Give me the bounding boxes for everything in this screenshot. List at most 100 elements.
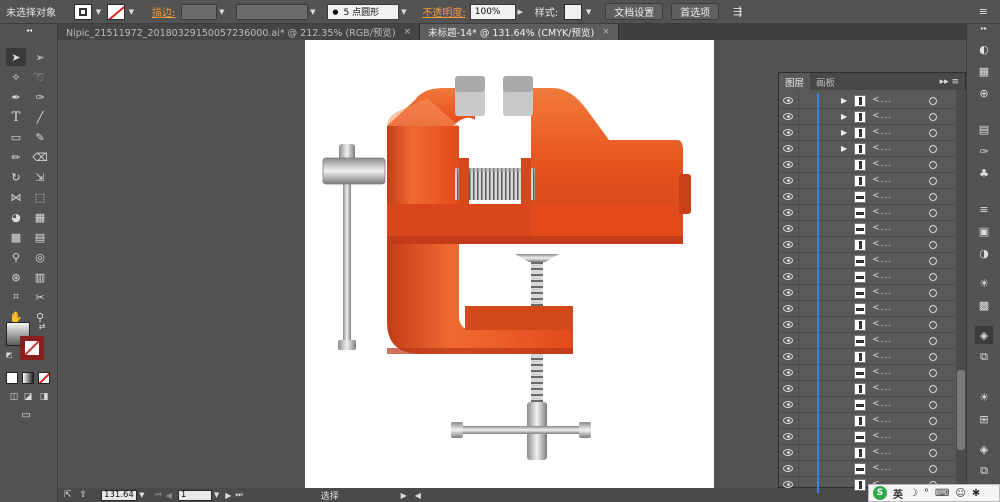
visibility-icon[interactable] [783,465,793,472]
brushes-icon[interactable]: ✑ [975,142,993,160]
visibility-icon[interactable] [783,161,793,168]
target-icon[interactable] [929,97,937,105]
target-icon[interactable] [929,241,937,249]
target-icon[interactable] [929,209,937,217]
lock-toggle[interactable] [798,301,799,317]
variable-width-dropdown-icon[interactable]: ▼ [308,4,317,20]
layer-row[interactable]: <... [779,189,955,205]
punctuation-icon[interactable]: ° [924,488,929,499]
lock-toggle[interactable] [798,93,799,109]
layer-name[interactable]: <... [872,159,892,169]
layer-name[interactable]: <... [872,415,892,425]
status-scroll-icon[interactable]: ◀ [415,491,421,500]
layer-name[interactable]: <... [872,95,892,105]
paintbrush-tool-icon[interactable]: ✎ [30,128,50,146]
target-icon[interactable] [929,433,937,441]
layer-name[interactable]: <... [872,223,892,233]
target-icon[interactable] [929,129,937,137]
rotate-tool-icon[interactable]: ↻ [6,168,26,186]
asset-export-icon[interactable]: ☀ [975,388,993,406]
lasso-tool-icon[interactable]: ➰ [30,68,50,86]
ime-language[interactable]: 英 [893,486,903,501]
target-icon[interactable] [929,337,937,345]
brush-dropdown-icon[interactable]: ▼ [399,4,408,20]
draw-inside-icon[interactable]: ◨ [34,388,54,406]
next-artboard-icon[interactable]: ▶ [225,491,231,500]
style-dropdown-icon[interactable]: ▼ [584,4,593,20]
stroke-swatch[interactable] [107,3,125,20]
close-icon[interactable]: × [404,27,412,37]
layers-panel-icon[interactable]: ◈ [975,326,993,344]
lock-toggle[interactable] [798,365,799,381]
stroke-weight-dropdown-icon[interactable]: ▼ [217,4,226,20]
artboard[interactable] [305,40,714,488]
variable-width-field[interactable] [236,3,309,20]
layer-name[interactable]: <... [872,143,892,153]
lock-toggle[interactable] [798,429,799,445]
target-icon[interactable] [929,289,937,297]
magic-wand-tool-icon[interactable]: ✧ [6,68,26,86]
layer-row[interactable]: <... [779,301,955,317]
layer-name[interactable]: <... [872,255,892,265]
properties-panel-icon[interactable]: ◈ [975,440,993,458]
target-icon[interactable] [929,177,937,185]
visibility-icon[interactable] [783,289,793,296]
lock-toggle[interactable] [798,157,799,173]
target-icon[interactable] [929,305,937,313]
fill-dropdown-icon[interactable]: ▼ [94,4,103,20]
color-mode-icon[interactable] [6,372,18,384]
layer-name[interactable]: <... [872,207,892,217]
gradient-panel-icon[interactable]: ▣ [975,222,993,240]
visibility-icon[interactable] [783,113,793,120]
tab-layers[interactable]: 图层 [779,73,811,90]
links-panel-icon[interactable]: ⊞ [975,410,993,428]
share-icon[interactable]: ⇪ [80,490,88,500]
visibility-icon[interactable] [783,273,793,280]
layer-name[interactable]: <... [872,239,892,249]
expand-triangle-icon[interactable]: ▶ [841,128,847,137]
visibility-icon[interactable] [783,225,793,232]
lock-toggle[interactable] [798,381,799,397]
visibility-icon[interactable] [783,369,793,376]
keyboard-icon[interactable]: ⌨ [935,488,949,499]
lock-toggle[interactable] [798,125,799,141]
target-icon[interactable] [929,369,937,377]
transparency-panel-icon[interactable]: ◑ [975,244,993,262]
collapse-icon[interactable]: ◂◂ [2,26,56,34]
visibility-icon[interactable] [783,481,793,488]
layer-row[interactable]: ▶ <... [779,141,955,157]
symbol-sprayer-tool-icon[interactable]: ⊛ [6,268,26,286]
lock-toggle[interactable] [798,461,799,477]
layer-name[interactable]: <... [872,303,892,313]
visibility-icon[interactable] [783,97,793,104]
layer-name[interactable]: <... [872,127,892,137]
layer-row[interactable]: <... [779,413,955,429]
target-icon[interactable] [929,113,937,121]
layer-name[interactable]: <... [872,463,892,473]
lock-toggle[interactable] [798,413,799,429]
free-transform-tool-icon[interactable]: ⬚ [30,188,50,206]
lock-toggle[interactable] [798,397,799,413]
visibility-icon[interactable] [783,337,793,344]
layer-name[interactable]: <... [872,111,892,121]
layer-row[interactable]: <... [779,461,955,477]
arrange-icon[interactable]: ⇶ [733,5,742,18]
doc-setup-button[interactable]: 文档设置 [605,3,664,20]
lock-toggle[interactable] [798,141,799,157]
visibility-icon[interactable] [783,385,793,392]
preferences-button[interactable]: 首选项 [671,3,720,20]
visibility-icon[interactable] [783,449,793,456]
visibility-icon[interactable] [783,321,793,328]
visibility-icon[interactable] [783,209,793,216]
lock-toggle[interactable] [798,205,799,221]
user-icon[interactable]: ☺ [955,488,965,499]
visibility-icon[interactable] [783,353,793,360]
swatches-icon[interactable]: ▤ [975,120,993,138]
status-menu-icon[interactable]: ▶ [401,491,407,500]
graphic-styles-icon[interactable]: ▩ [975,296,993,314]
opacity-dropdown-icon[interactable]: ▶ [516,4,525,20]
artboard-tool-icon[interactable]: ⌗ [6,288,26,306]
blend-tool-icon[interactable]: ◎ [30,248,50,266]
visibility-icon[interactable] [783,241,793,248]
visibility-icon[interactable] [783,417,793,424]
